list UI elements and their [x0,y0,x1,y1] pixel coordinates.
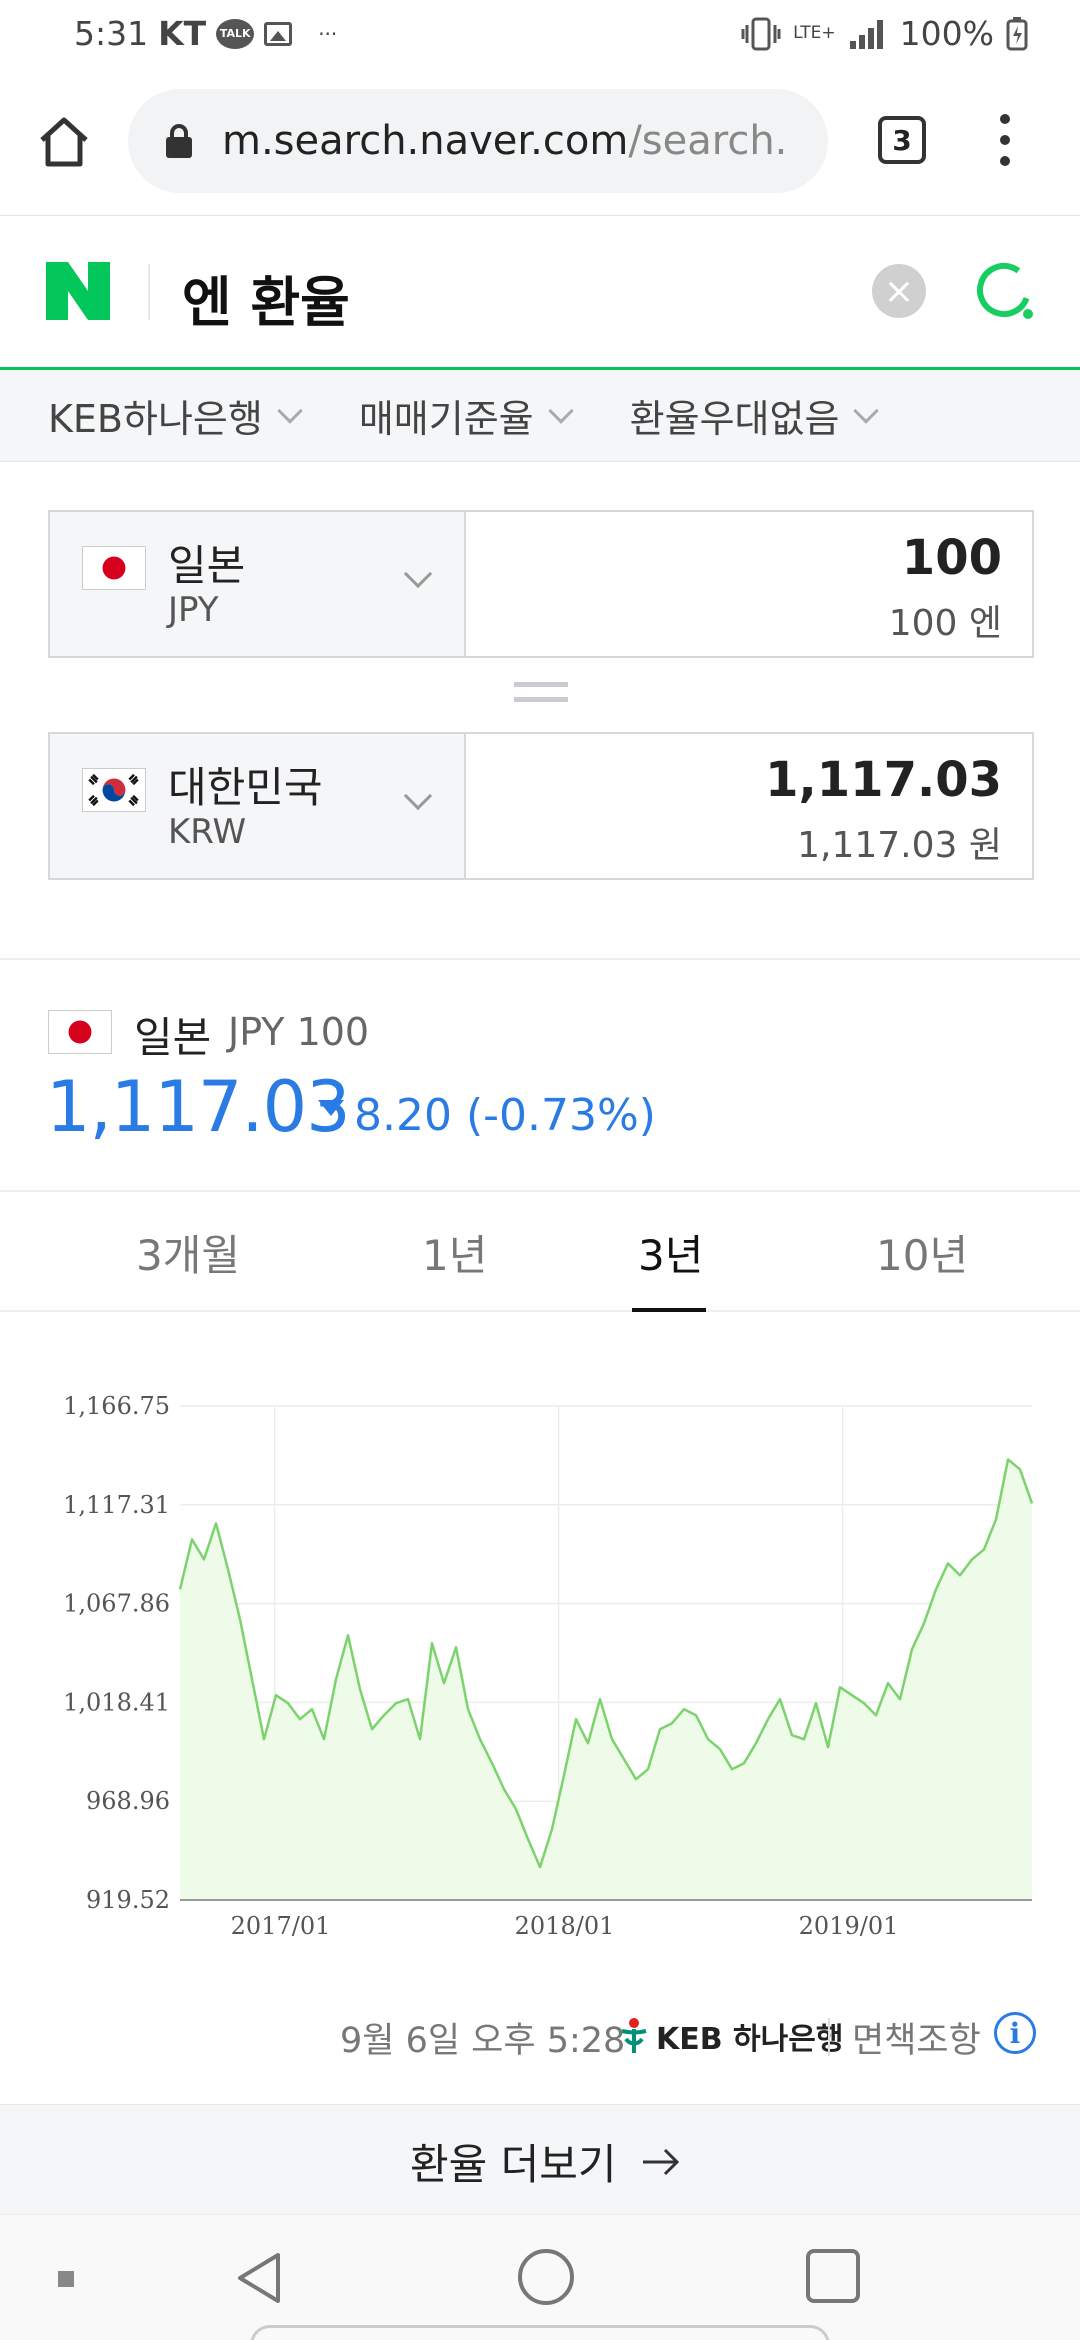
clear-search-icon[interactable]: × [872,264,926,318]
search-header: 엔 환율 × [0,216,1080,370]
y-tick-label: 1,166.75 [63,1392,170,1420]
japan-flag-icon [48,1010,112,1054]
period-tabs: 3개월 1년 3년 10년 [0,1190,1080,1312]
current-rate: 1,117.03 [46,1066,351,1148]
vibrate-icon [741,17,781,50]
arrow-right-icon [642,2148,679,2175]
from-currency-select[interactable]: 일본 JPY [50,512,466,656]
signal-icon [849,19,883,49]
tab-3-months[interactable]: 3개월 [136,1222,240,1283]
keb-hana-mark [621,2018,647,2053]
footer-divider [828,2018,830,2056]
browser-menu-icon[interactable] [995,114,1015,166]
exchange-rate-chart[interactable]: 1,166.75 1,117.31 1,067.86 1,018.41 968.96 91… [0,1380,1080,1950]
tab-10-years[interactable]: 10년 [876,1222,968,1283]
battery-percent: 100% [899,14,994,53]
chevron-down-icon [547,397,574,424]
status-carrier: KT [158,14,207,53]
to-amount-input[interactable]: 1,117.03 1,117.03 원 [466,734,1032,878]
header-divider [148,264,150,320]
preferential-rate-dropdown[interactable]: 환율우대없음 [630,388,880,443]
back-icon[interactable] [232,2249,286,2307]
rate-filter-row: KEB하나은행 매매기준율 환율우대없음 [0,370,1080,462]
battery-charging-icon [1006,16,1028,50]
to-amount: 1,117.03 [765,752,1002,808]
chevron-down-icon [403,781,433,811]
rate-country-name: 일본 [134,1013,212,1062]
recents-icon[interactable] [806,2249,860,2303]
x-tick-label: 2018/01 [515,1912,615,1940]
tab-3-years[interactable]: 3년 [638,1222,703,1283]
bank-filter-dropdown[interactable]: KEB하나은행 [48,388,303,443]
to-country-name: 대한민국 [168,763,323,812]
section-divider [0,958,1080,960]
active-tab-indicator [632,1308,706,1312]
gesture-handle [250,2325,830,2340]
y-tick-label: 1,067.86 [63,1590,170,1618]
y-tick-label: 1,018.41 [63,1688,170,1716]
y-tick-label: 968.96 [86,1787,170,1815]
x-tick-label: 2019/01 [799,1912,899,1940]
status-bar: 5:31 KT TALK ··· LTE+ 100% [0,0,1080,66]
y-tick-label: 1,117.31 [63,1491,170,1519]
x-tick-label: 2017/01 [231,1912,331,1940]
to-currency-code: KRW [168,812,247,852]
kakaotalk-icon: TALK [216,18,255,49]
gallery-notification-icon [264,21,293,46]
naver-logo[interactable] [46,262,110,320]
to-currency-select[interactable]: 대한민국 KRW [50,734,466,878]
more-rates-button[interactable]: 환율 더보기 [410,2131,681,2192]
search-query[interactable]: 엔 환율 [182,258,350,337]
to-amount-text: 1,117.03 원 [797,825,1002,866]
system-nav-bar [0,2214,1080,2340]
address-bar[interactable]: m.search.naver.com/search. [128,89,828,193]
equals-icon [514,682,568,704]
network-type: LTE+ [793,23,836,43]
url-text: m.search.naver.com/search. [222,118,788,164]
from-country-name: 일본 [168,541,246,590]
chevron-down-icon [853,397,880,424]
keb-hana-logo: KEB 하나은행 [618,2014,843,2058]
rate-source-info: 9월 6일 오후 5:28 KEB 하나은행 면책조항 i [0,2004,1080,2064]
rate-change: 8.20 (-0.73%) [354,1090,656,1141]
chevron-down-icon [403,559,433,589]
korea-flag-icon [82,768,146,812]
rate-type-dropdown[interactable]: 매매기준율 [359,388,574,443]
down-arrow-icon [318,1100,344,1116]
japan-flag-icon [82,546,146,590]
tab-switcher-button[interactable]: 3 [878,116,926,164]
converter-to-row: 대한민국 KRW 1,117.03 1,117.03 원 [48,732,1034,880]
info-icon[interactable]: i [994,2012,1036,2054]
from-currency-code: JPY [168,590,219,630]
converter-from-row: 일본 JPY 100 100 엔 [48,510,1034,658]
from-amount-text: 100 엔 [888,603,1002,644]
from-amount-input[interactable]: 100 100 엔 [466,512,1032,656]
more-rates-bar: 환율 더보기 [0,2104,1080,2214]
home-icon[interactable] [34,112,94,172]
lock-icon [166,124,192,158]
status-time: 5:31 [74,14,149,53]
keb-hana-label: KEB 하나은행 [656,2022,844,2057]
status-more: ··· [318,21,338,46]
y-tick-label: 919.52 [86,1886,170,1914]
rate-currency-code: JPY 100 [228,1010,370,1054]
browser-toolbar: m.search.naver.com/search. 3 [0,66,1080,216]
nav-indicator-dot [58,2271,74,2287]
from-amount: 100 [901,530,1002,586]
chevron-down-icon [277,397,303,424]
tab-1-year[interactable]: 1년 [422,1222,487,1283]
update-timestamp: 9월 6일 오후 5:28 [340,2021,626,2061]
disclaimer-link[interactable]: 면책조항 [852,2012,981,2063]
search-icon[interactable] [974,260,1038,324]
home-button-icon[interactable] [518,2249,574,2305]
